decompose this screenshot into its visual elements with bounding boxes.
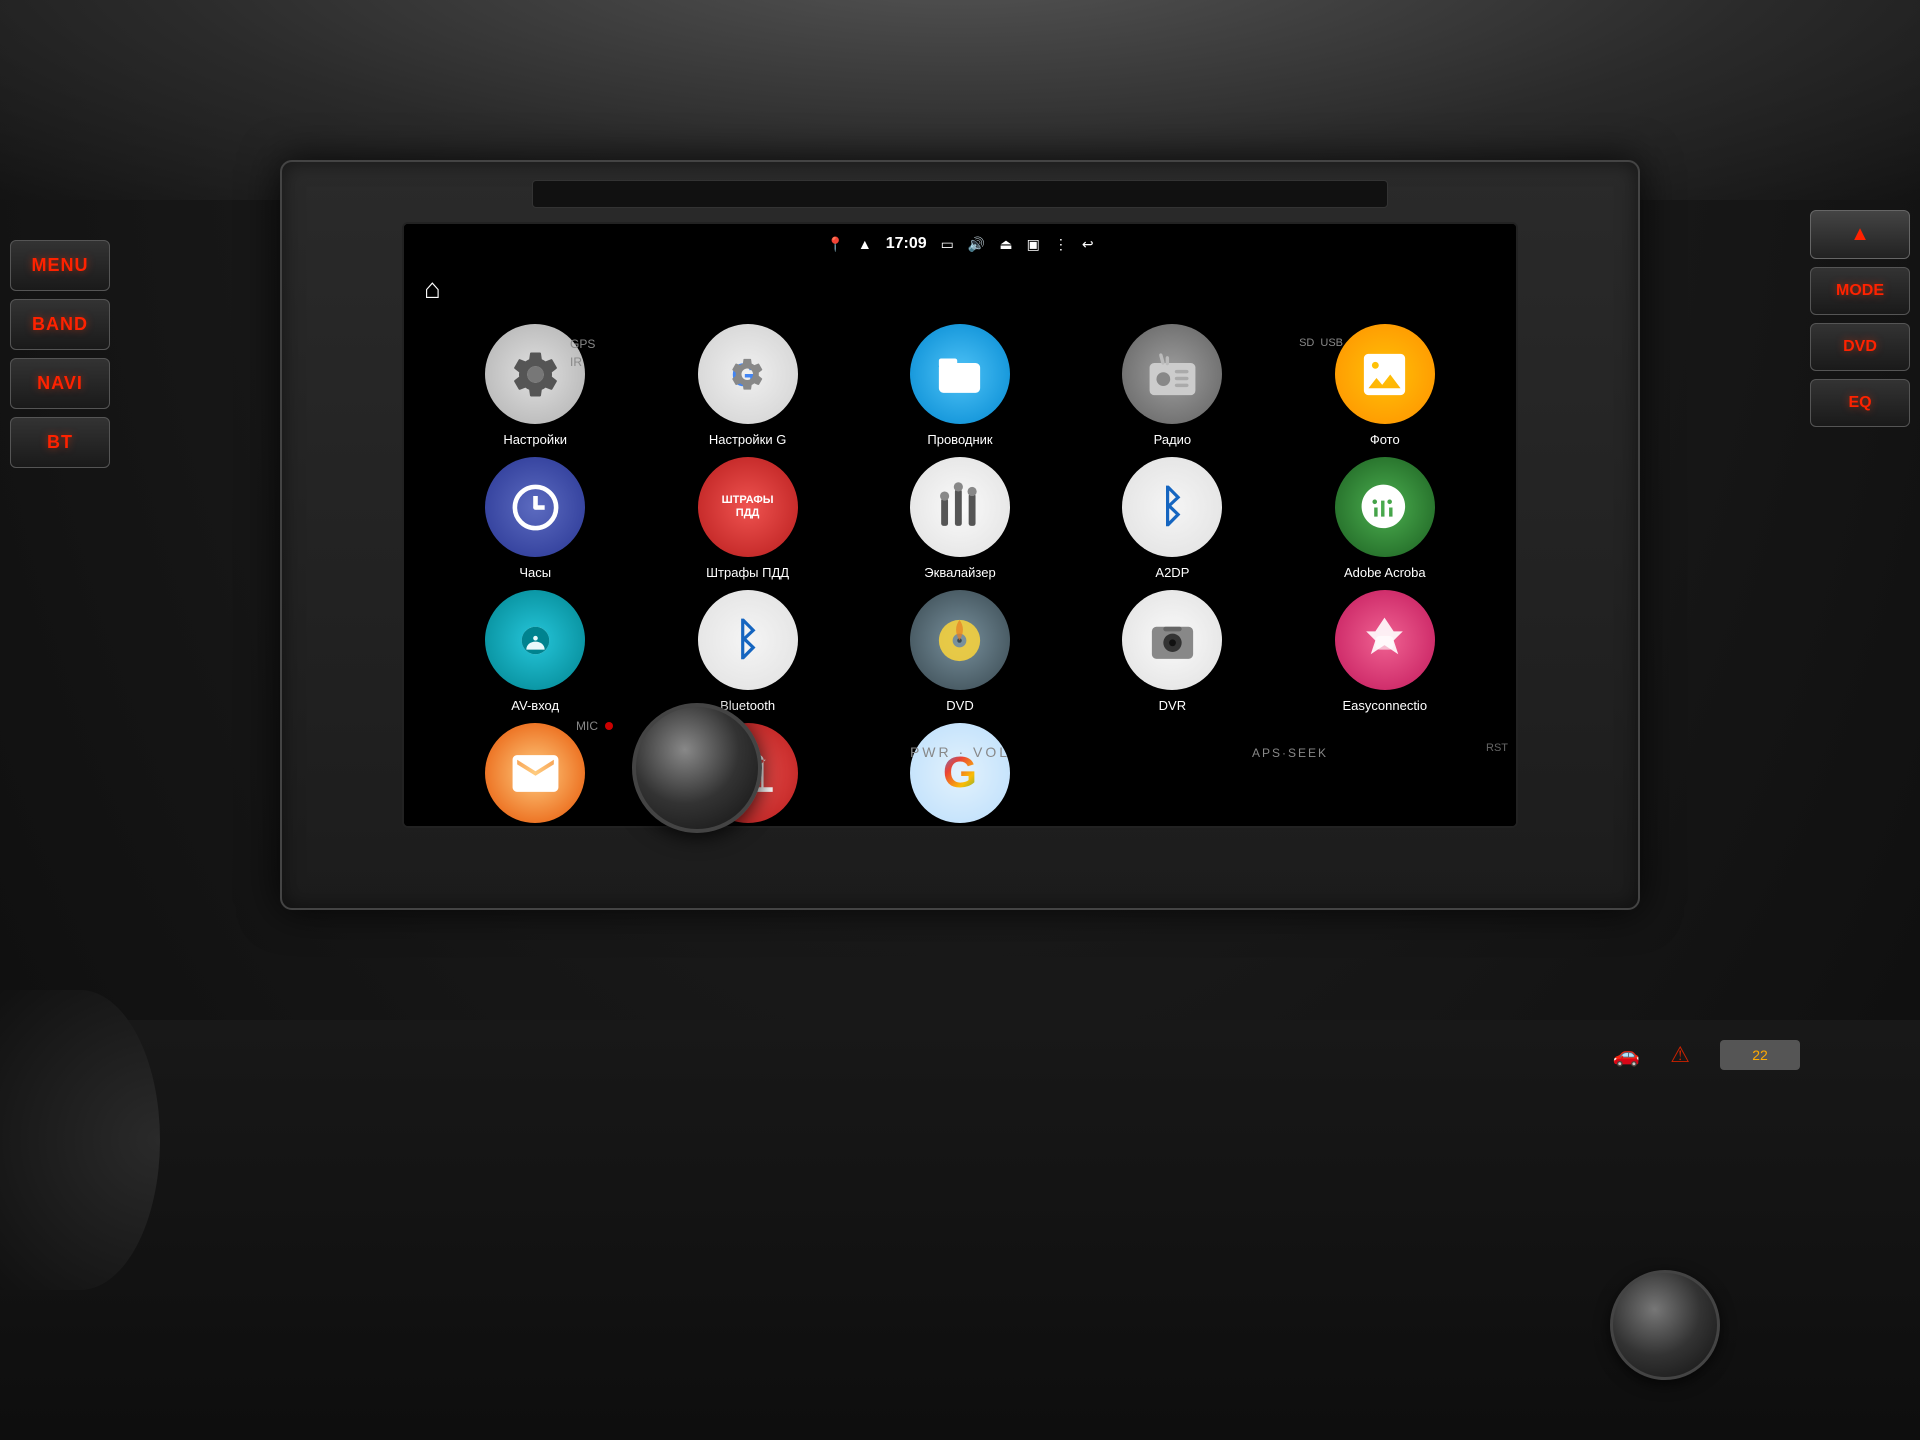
radio-label: Радио (1154, 432, 1192, 447)
app-settings[interactable]: Настройки (434, 324, 636, 447)
home-bar: ⌂ (404, 264, 1516, 314)
sd-label: SD (1299, 337, 1314, 349)
eject-icon: ⏏ (999, 236, 1012, 253)
av-label: AV-вход (511, 698, 559, 713)
dvd-right-button[interactable]: DVD (1810, 323, 1910, 371)
bottom-controls-area: 🚗 ⚠ 22 (0, 1020, 1920, 1440)
status-bar-center: 📍 ▲ 17:09 ▭ 🔊 ⏏ ▣ ⋮ ↩ (826, 235, 1093, 253)
clock-icon (485, 457, 585, 557)
radio-icon (1122, 324, 1222, 424)
easyconn-icon (1335, 590, 1435, 690)
google-icon: G (910, 723, 1010, 823)
rst-button[interactable]: RST (1486, 742, 1508, 754)
bluetooth-symbol: ᛒ (1159, 482, 1185, 532)
app-email[interactable]: Email (434, 723, 636, 828)
more-icon: ⋮ (1054, 236, 1068, 253)
dashboard: 📍 ▲ 17:09 ▭ 🔊 ⏏ ▣ ⋮ ↩ ⌂ (0, 0, 1920, 1440)
cd-slot (532, 180, 1388, 208)
eject-button[interactable]: ▲ (1810, 210, 1910, 259)
equalizer-icon (910, 457, 1010, 557)
gps-label: GPS (570, 337, 595, 351)
right-buttons: ▲ MODE DVD EQ (1800, 160, 1920, 910)
bt-button[interactable]: BT (10, 417, 110, 468)
app-google[interactable]: G Google (859, 723, 1061, 828)
top-right-labels: SD USB (1299, 337, 1343, 349)
mode-button[interactable]: MODE (1810, 267, 1910, 315)
av-icon (485, 590, 585, 690)
usb-label: USB (1320, 337, 1343, 349)
dvd-icon (910, 590, 1010, 690)
a2dp-icon: ᛒ (1122, 457, 1222, 557)
car-icon-1: 🚗 (1613, 1042, 1640, 1068)
files-icon (910, 324, 1010, 424)
home-icon[interactable]: ⌂ (424, 273, 441, 305)
dvr-icon (1122, 590, 1222, 690)
app-clock[interactable]: Часы (434, 457, 636, 580)
email-icon (485, 723, 585, 823)
shtraf-label: Штрафы ПДД (706, 565, 789, 580)
status-bar: 📍 ▲ 17:09 ▭ 🔊 ⏏ ▣ ⋮ ↩ (404, 224, 1516, 264)
app-radio[interactable]: Радио (1071, 324, 1273, 447)
pwr-vol-label: PWR · VOL (910, 744, 1010, 760)
navi-button[interactable]: NAVI (10, 358, 110, 409)
ir-label: IR (570, 355, 595, 369)
easyconn-label: Easyconnectio (1343, 698, 1428, 713)
top-labels: GPS IR (570, 337, 595, 369)
display-icon: ▭ (941, 236, 954, 253)
app-av[interactable]: AV-вход (434, 590, 636, 713)
bluetooth-icon-symbol: ᛒ (734, 615, 760, 665)
app-adobe[interactable]: Adobe Acroba (1284, 457, 1486, 580)
google-settings-icon: G (698, 324, 798, 424)
photo-label: Фото (1370, 432, 1400, 447)
bluetooth-app-icon: ᛒ (698, 590, 798, 690)
dvr-label: DVR (1159, 698, 1186, 713)
photo-icon (1335, 324, 1435, 424)
status-time: 17:09 (886, 235, 927, 253)
back-arrow-icon: ↩ (1082, 236, 1094, 253)
google-settings-label: Настройки G (709, 432, 786, 447)
head-unit: 📍 ▲ 17:09 ▭ 🔊 ⏏ ▣ ⋮ ↩ ⌂ (280, 160, 1640, 910)
android-screen: 📍 ▲ 17:09 ▭ 🔊 ⏏ ▣ ⋮ ↩ ⌂ (404, 224, 1516, 826)
adobe-label: Adobe Acroba (1344, 565, 1426, 580)
app-bluetooth[interactable]: ᛒ Bluetooth (646, 590, 848, 713)
shtraf-icon: ШТРАФЫПДД (698, 457, 798, 557)
shtraf-text: ШТРАФЫПДД (722, 494, 774, 520)
aps-seek-label: APS·SEEK (1252, 746, 1328, 760)
volume-icon: 🔊 (968, 236, 985, 253)
car-controls: 🚗 ⚠ 22 (1613, 1040, 1800, 1070)
app-files[interactable]: Проводник (859, 324, 1061, 447)
files-label: Проводник (927, 432, 992, 447)
app-easyconn[interactable]: Easyconnectio (1284, 590, 1486, 713)
band-button[interactable]: BAND (10, 299, 110, 350)
clock-label: Часы (519, 565, 551, 580)
steering-wheel-area (0, 990, 160, 1290)
screen-icon: ▣ (1027, 236, 1040, 253)
equalizer-label: Эквалайзер (924, 565, 995, 580)
temp-display: 22 (1720, 1040, 1800, 1070)
menu-button[interactable]: MENU (10, 240, 110, 291)
app-google-settings[interactable]: G Настройки G (646, 324, 848, 447)
left-buttons: MENU BAND NAVI BT (0, 160, 120, 910)
adobe-icon (1335, 457, 1435, 557)
mic-dot (605, 722, 613, 730)
mic-label: MIC (576, 719, 613, 733)
screen: 📍 ▲ 17:09 ▭ 🔊 ⏏ ▣ ⋮ ↩ ⌂ (402, 222, 1518, 828)
wifi-icon: ▲ (858, 236, 872, 252)
right-knob[interactable] (1610, 1270, 1720, 1380)
eq-button[interactable]: EQ (1810, 379, 1910, 427)
a2dp-label: A2DP (1155, 565, 1189, 580)
app-shtraf[interactable]: ШТРАФЫПДД Штрафы ПДД (646, 457, 848, 580)
settings-label: Настройки (503, 432, 567, 447)
dvd-label: DVD (946, 698, 973, 713)
location-icon: 📍 (826, 236, 843, 253)
app-equalizer[interactable]: Эквалайзер (859, 457, 1061, 580)
volume-knob[interactable] (632, 703, 762, 833)
app-dvd[interactable]: DVD (859, 590, 1061, 713)
app-dvr[interactable]: DVR (1071, 590, 1273, 713)
app-a2dp[interactable]: ᛒ A2DP (1071, 457, 1273, 580)
car-icon-2: ⚠ (1670, 1042, 1690, 1068)
